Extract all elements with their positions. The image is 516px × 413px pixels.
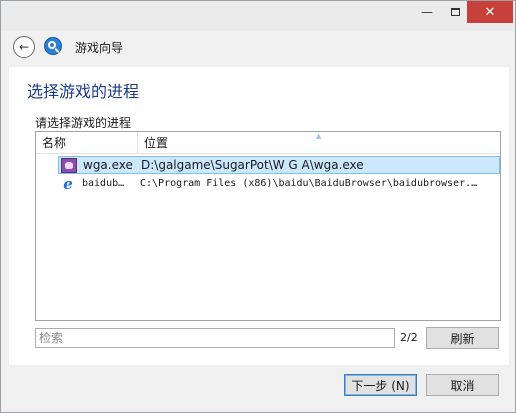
back-button[interactable]: ← bbox=[13, 36, 35, 58]
process-path: D:\galgame\SugarPot\W G A\wga.exe bbox=[141, 158, 364, 172]
ie-e-icon: e bbox=[63, 175, 73, 193]
column-header-name[interactable]: 名称 bbox=[36, 132, 138, 154]
process-name: baidub… bbox=[82, 178, 125, 189]
refresh-button[interactable]: 刷新 bbox=[426, 327, 499, 349]
magnifier-icon bbox=[48, 41, 56, 49]
next-button[interactable]: 下一步 (N) bbox=[344, 374, 417, 396]
process-name: wga.exe bbox=[83, 158, 133, 172]
maximize-icon bbox=[450, 8, 460, 16]
wga-app-icon bbox=[61, 158, 77, 173]
close-button[interactable]: ✕ bbox=[467, 1, 513, 23]
sort-indicator-icon: ▲ bbox=[316, 132, 322, 140]
maximize-button[interactable] bbox=[443, 1, 467, 23]
process-path: C:\Program Files (x86)\baidu\BaiduBrowse… bbox=[140, 178, 478, 189]
process-row-wga[interactable]: wga.exe D:\galgame\SugarPot\W G A\wga.ex… bbox=[58, 156, 500, 174]
minimize-button[interactable]: — bbox=[411, 1, 443, 23]
cancel-button[interactable]: 取消 bbox=[426, 374, 499, 396]
arrow-left-icon: ← bbox=[18, 40, 30, 54]
wizard-window: — ✕ ← 游戏向导 选择游戏的进程 请选择游戏的进程 名称 位置 ▲ wga.… bbox=[0, 0, 516, 413]
search-input[interactable] bbox=[35, 328, 395, 348]
process-row-baidubrowser[interactable]: e baidub… C:\Program Files (x86)\baidu\B… bbox=[58, 176, 500, 194]
list-header: 名称 位置 ▲ bbox=[36, 132, 500, 154]
wizard-app-icon bbox=[44, 37, 62, 55]
process-list-label: 请选择游戏的进程 bbox=[35, 116, 132, 130]
wizard-title: 游戏向导 bbox=[75, 41, 124, 55]
result-count: 2/2 bbox=[400, 331, 418, 344]
title-bar: — ✕ bbox=[1, 1, 515, 31]
page-heading: 选择游戏的进程 bbox=[27, 82, 140, 101]
process-list[interactable]: 名称 位置 ▲ wga.exe D:\galgame\SugarPot\W G … bbox=[35, 131, 501, 321]
